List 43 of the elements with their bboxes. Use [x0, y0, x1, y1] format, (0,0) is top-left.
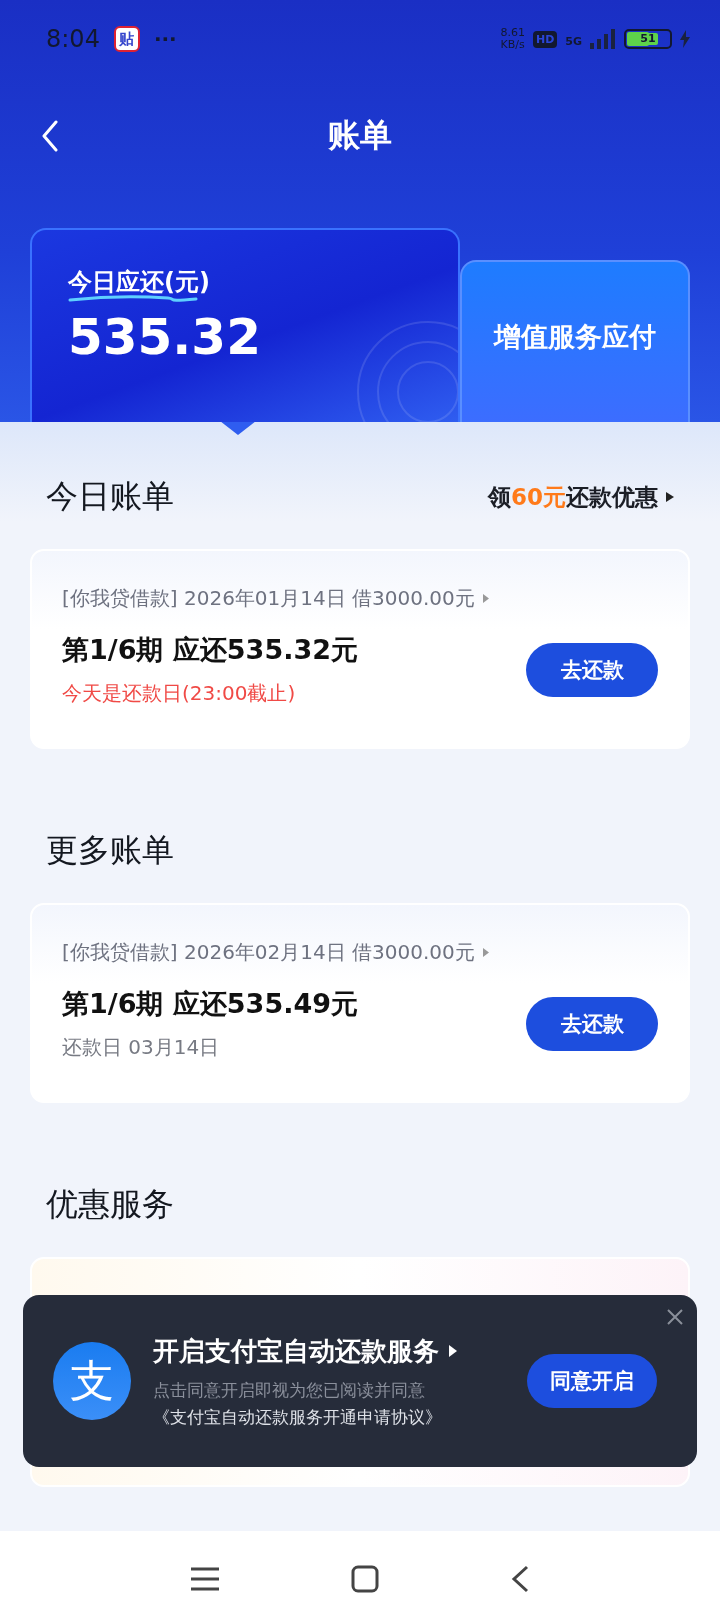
section-title: 今日账单 [46, 476, 174, 517]
section-title: 优惠服务 [46, 1184, 174, 1225]
installment-amount: 第1/6期 应还535.49元 [62, 987, 359, 1021]
close-icon[interactable] [667, 1309, 683, 1325]
summary-tab[interactable]: 增值服务应付 [460, 260, 690, 422]
squiggle-underline-icon [68, 294, 198, 304]
amount-due: 535.32 [68, 308, 262, 366]
menu-icon[interactable] [191, 1566, 219, 1591]
network-type: 5G [565, 34, 582, 48]
hd-badge: HD [532, 30, 558, 48]
summary-tab[interactable]: 今日应还(元) 535.32 [30, 228, 460, 422]
agree-button[interactable]: 同意开启 [527, 1354, 657, 1408]
section-title: 更多账单 [46, 830, 174, 871]
back-icon[interactable] [40, 120, 60, 152]
clock: 8:04 [46, 25, 100, 53]
network-speed: 8.61 [500, 27, 525, 39]
banner-note: 点击同意开启即视为您已阅读并同意 [153, 1378, 426, 1402]
tab-label: 增值服务应付 [494, 320, 656, 354]
agreement-link[interactable]: 《支付宝自动还款服务开通申请协议》 [153, 1405, 505, 1429]
pointer-notch-icon [220, 421, 256, 435]
repay-button[interactable]: 去还款 [526, 642, 658, 697]
promo-link[interactable]: 领60元还款优惠 [488, 481, 674, 513]
triangle-right-icon [482, 948, 489, 957]
signal-icon [590, 29, 616, 49]
triangle-right-icon [666, 492, 674, 502]
due-date: 今天是还款日(23:00截止) [62, 680, 297, 707]
installment-amount: 第1/6期 应还535.32元 [62, 633, 359, 667]
due-date: 还款日 03月14日 [62, 1034, 221, 1061]
triangle-right-icon [449, 1345, 457, 1357]
speed-unit: KB/s [500, 39, 525, 51]
logo-icon: 支 [53, 1342, 131, 1420]
repay-button[interactable]: 去还款 [526, 996, 658, 1051]
app-icon: 贴 [113, 26, 140, 52]
loan-source[interactable]: [你我贷借款] 2026年01月14日 借3000.00元 [62, 585, 475, 612]
summary-label: 今日应还(元) [68, 267, 210, 298]
loan-source[interactable]: [你我贷借款] 2026年02月14日 借3000.00元 [62, 939, 475, 966]
triangle-right-icon [482, 594, 489, 603]
back-icon[interactable] [511, 1564, 529, 1593]
more-notifications: ··· [153, 27, 177, 51]
page-title: 账单 [328, 115, 392, 156]
home-icon[interactable] [351, 1564, 379, 1593]
banner-title[interactable]: 开启支付宝自动还款服务 [153, 1333, 439, 1369]
battery-level: 51 [638, 33, 658, 45]
